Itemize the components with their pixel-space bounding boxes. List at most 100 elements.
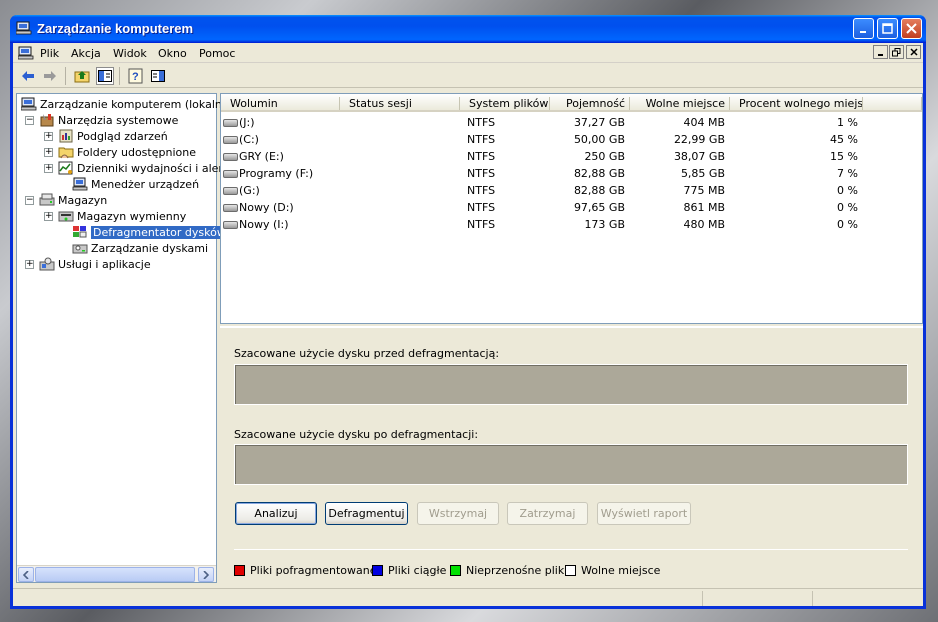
- cell-text: NTFS: [467, 150, 496, 163]
- show-hide-tree-icon: [98, 70, 112, 82]
- status-segment: [702, 591, 812, 606]
- cell-status: [348, 131, 460, 148]
- table-row[interactable]: (C:) NTFS 50,00 GB 22,99 GB 45 %: [221, 131, 921, 148]
- analyze-button[interactable]: Analizuj: [235, 502, 317, 525]
- tree-node-performance-logs[interactable]: + Dzienniki wydajności i alerty: [44, 160, 234, 176]
- tree-node-root[interactable]: Zarządzanie komputerem (lokalne): [21, 96, 233, 112]
- cell-free: 861 MB: [630, 199, 725, 216]
- column-header-percent-free[interactable]: Procent wolnego miejsca: [730, 94, 876, 112]
- stop-button[interactable]: Zatrzymaj: [507, 502, 588, 525]
- tree-node-disk-defragmenter[interactable]: Defragmentator dysków: [58, 224, 228, 240]
- cell-text: NTFS: [467, 116, 496, 129]
- export-list-icon: [151, 70, 165, 82]
- maximize-button[interactable]: [877, 18, 898, 39]
- window-title: Zarządzanie komputerem: [37, 21, 194, 36]
- column-header-free-space[interactable]: Wolne miejsce: [630, 94, 730, 112]
- help-button[interactable]: ?: [127, 67, 145, 85]
- cell-text: 775 MB: [683, 184, 725, 197]
- cell-text: Nowy (I:): [239, 218, 289, 231]
- up-level-button[interactable]: [73, 67, 91, 85]
- menu-action[interactable]: Akcja: [71, 47, 101, 60]
- status-bar: [13, 588, 923, 606]
- cell-text: 82,88 GB: [573, 167, 625, 180]
- cell-text: 861 MB: [683, 201, 725, 214]
- status-segment: [812, 591, 920, 606]
- legend-unmovable: Nieprzenośne pliki: [450, 564, 567, 577]
- menu-view[interactable]: Widok: [113, 47, 147, 60]
- table-row[interactable]: Nowy (I:) NTFS 173 GB 480 MB 0 %: [221, 216, 921, 233]
- cell-text: 37,27 GB: [573, 116, 625, 129]
- cell-percent: 15 %: [730, 148, 858, 165]
- cell-text: 38,07 GB: [673, 150, 725, 163]
- cell-name: (G:): [223, 182, 340, 199]
- scroll-left-button[interactable]: [18, 567, 34, 582]
- column-header-capacity[interactable]: Pojemność: [550, 94, 630, 112]
- expand-icon[interactable]: +: [44, 211, 53, 221]
- tree-node-disk-management[interactable]: Zarządzanie dyskami: [58, 240, 208, 256]
- defragment-button[interactable]: Defragmentuj: [325, 502, 408, 525]
- cell-text: (C:): [239, 133, 259, 146]
- tree-node-label: Zarządzanie dyskami: [91, 241, 209, 255]
- scroll-thumb[interactable]: [35, 567, 195, 582]
- pause-button[interactable]: Wstrzymaj: [417, 502, 499, 525]
- cell-text: NTFS: [467, 201, 496, 214]
- collapse-icon[interactable]: −: [25, 195, 34, 205]
- table-row[interactable]: Programy (F:) NTFS 82,88 GB 5,85 GB 7 %: [221, 165, 921, 182]
- cell-percent: 1 %: [730, 114, 858, 131]
- column-header-empty: [863, 94, 922, 112]
- cell-name: GRY (E:): [223, 148, 340, 165]
- chevron-left-icon: [23, 570, 29, 579]
- child-restore-button[interactable]: [889, 45, 904, 59]
- up-folder-icon: [74, 71, 90, 83]
- cell-fs: NTFS: [467, 199, 550, 216]
- table-row[interactable]: (G:) NTFS 82,88 GB 775 MB 0 %: [221, 182, 921, 199]
- menu-help[interactable]: Pomoc: [199, 47, 235, 60]
- cell-status: [348, 182, 460, 199]
- table-row[interactable]: (J:) NTFS 37,27 GB 404 MB 1 %: [221, 114, 921, 131]
- after-defrag-label: Szacowane użycie dysku po defragmentacji…: [234, 428, 479, 441]
- show-hide-tree-button[interactable]: [96, 67, 114, 85]
- cell-text: 1 %: [837, 116, 858, 129]
- view-report-button[interactable]: Wyświetl raport: [597, 502, 691, 525]
- drive-icon: [223, 170, 238, 178]
- app-menu-icon[interactable]: [18, 46, 34, 60]
- tools-icon: [40, 114, 54, 127]
- column-header-volume[interactable]: Wolumin: [221, 94, 340, 112]
- child-close-button[interactable]: [906, 45, 921, 59]
- expand-icon[interactable]: +: [44, 163, 53, 173]
- tree-node-removable-storage[interactable]: + Magazyn wymienny: [44, 208, 186, 224]
- collapse-icon[interactable]: −: [25, 115, 34, 125]
- tree-horizontal-scrollbar[interactable]: [17, 565, 216, 582]
- table-row[interactable]: GRY (E:) NTFS 250 GB 38,07 GB 15 %: [221, 148, 921, 165]
- close-button[interactable]: [901, 18, 922, 39]
- tree-node-shared-folders[interactable]: + Foldery udostępnione: [44, 144, 196, 160]
- cell-text: NTFS: [467, 218, 496, 231]
- forward-button[interactable]: [41, 67, 59, 85]
- menu-file[interactable]: Plik: [40, 47, 59, 60]
- cell-text: NTFS: [467, 167, 496, 180]
- back-button[interactable]: [19, 67, 37, 85]
- title-bar[interactable]: Zarządzanie komputerem: [10, 15, 926, 43]
- tree-node-system-tools[interactable]: − Narzędzia systemowe: [25, 112, 178, 128]
- child-minimize-button[interactable]: [873, 45, 888, 59]
- table-row[interactable]: Nowy (D:) NTFS 97,65 GB 861 MB 0 %: [221, 199, 921, 216]
- cell-text: (G:): [239, 184, 260, 197]
- tree-node-label: Magazyn: [58, 193, 108, 207]
- minimize-button[interactable]: [853, 18, 874, 39]
- expand-icon[interactable]: +: [44, 131, 53, 141]
- cell-percent: 7 %: [730, 165, 858, 182]
- tree-node-device-manager[interactable]: Menedżer urządzeń: [58, 176, 199, 192]
- column-header-file-system[interactable]: System plików: [460, 94, 550, 112]
- expand-icon[interactable]: +: [25, 259, 34, 269]
- export-list-button[interactable]: [149, 67, 167, 85]
- column-header-session-status[interactable]: Status sesji: [340, 94, 460, 112]
- toolbar-separator: [119, 67, 120, 85]
- tree-node-storage[interactable]: − Magazyn: [25, 192, 107, 208]
- tree-node-event-viewer[interactable]: + Podgląd zdarzeń: [44, 128, 168, 144]
- chevron-right-icon: [203, 570, 209, 579]
- menu-window[interactable]: Okno: [158, 47, 187, 60]
- scroll-right-button[interactable]: [198, 567, 214, 582]
- tree-node-label: Magazyn wymienny: [77, 209, 187, 223]
- expand-icon[interactable]: +: [44, 147, 53, 157]
- tree-node-services-applications[interactable]: + Usługi i aplikacje: [25, 256, 151, 272]
